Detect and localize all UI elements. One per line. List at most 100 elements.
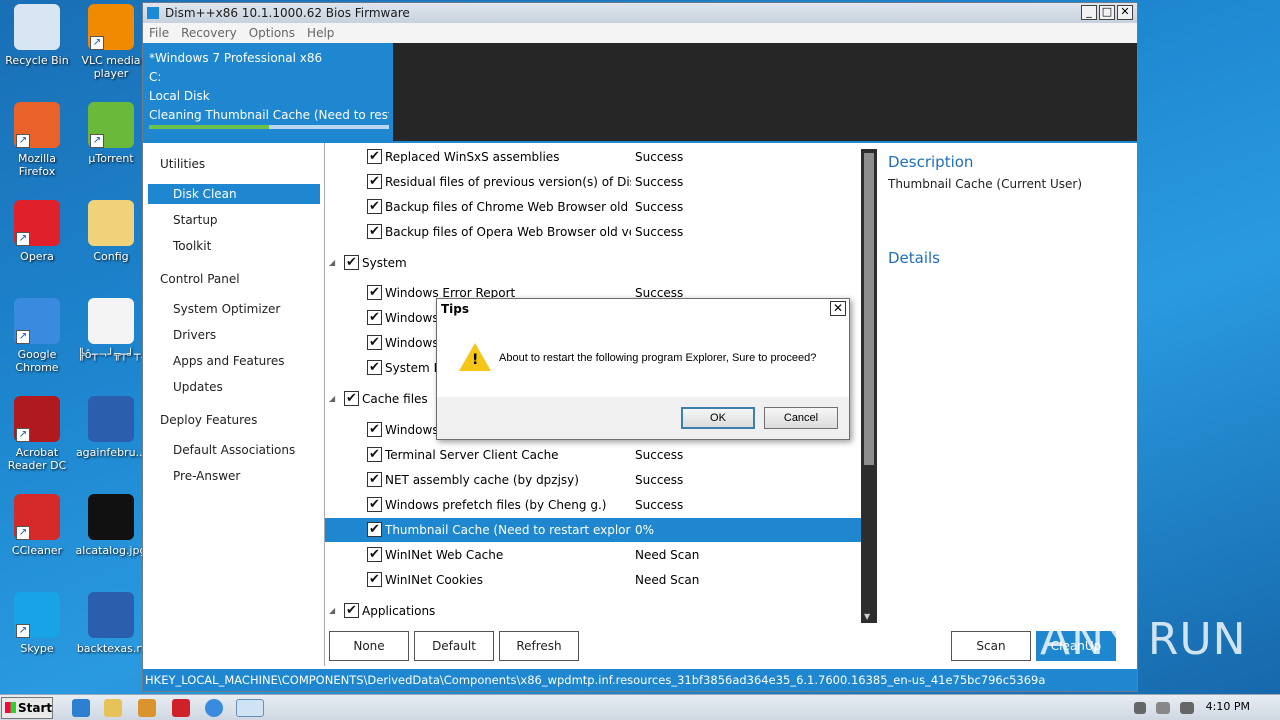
desktop-icon-acrobat[interactable]: ↗ Acrobat Reader DC (0, 396, 74, 472)
nav-item-startup[interactable]: Startup (148, 210, 320, 230)
desktop-icon-skype[interactable]: ↗ Skype (0, 592, 74, 655)
item-status: Success (635, 175, 684, 189)
desktop-icon-vlc[interactable]: ↗ VLC media player (74, 4, 148, 80)
dialog-ok-button[interactable]: OK (681, 407, 755, 429)
desktop-icon-image-file[interactable]: alcatalog.jpg (74, 494, 148, 557)
collapse-arrow-icon[interactable]: ◢ (329, 387, 335, 411)
nav-item-updates[interactable]: Updates (148, 377, 320, 397)
chrome-taskbar-icon[interactable] (205, 699, 223, 717)
nav-header-deploy-features: Deploy Features (160, 413, 258, 427)
media-player-icon[interactable] (138, 699, 156, 717)
item-checkbox[interactable] (367, 518, 382, 542)
nav-item-system-optimizer[interactable]: System Optimizer (148, 299, 320, 319)
desktop-icon-utorrent[interactable]: ↗ µTorrent (74, 102, 148, 165)
menu-help[interactable]: Help (307, 26, 334, 40)
system-card[interactable]: *Windows 7 Professional x86 C: Local Dis… (143, 43, 393, 143)
opera-icon: ↗ (14, 200, 60, 246)
item-checkbox[interactable] (367, 331, 382, 355)
desktop-icon-label: Skype (20, 642, 54, 655)
menu-file[interactable]: File (149, 26, 169, 40)
nav-item-toolkit[interactable]: Toolkit (148, 236, 320, 256)
nav-item-drivers[interactable]: Drivers (148, 325, 320, 345)
desktop-icon-chrome[interactable]: ↗ Google Chrome (0, 298, 74, 374)
item-checkbox[interactable] (367, 170, 382, 194)
dialog-cancel-button[interactable]: Cancel (764, 407, 838, 429)
collapse-arrow-icon[interactable]: ◢ (329, 251, 335, 275)
item-checkbox[interactable] (367, 568, 382, 592)
drive-letter: C: (149, 70, 162, 84)
desktop-icon-word-doc[interactable]: againfebru... (74, 396, 148, 459)
desktop-icon-label: Google Chrome (15, 348, 59, 374)
list-item[interactable]: Backup files of Chrome Web Browser old v… (325, 195, 861, 219)
item-checkbox[interactable] (367, 220, 382, 244)
desktop-icon-recycle-bin[interactable]: Recycle Bin (0, 4, 74, 67)
ie-icon[interactable] (72, 699, 90, 717)
nav-item-disk-clean[interactable]: Disk Clean (148, 184, 320, 204)
desktop-icon-opera[interactable]: ↗ Opera (0, 200, 74, 263)
dism-taskbar-icon[interactable] (236, 699, 264, 717)
desktop-icon-firefox[interactable]: ↗ Mozilla Firefox (0, 102, 74, 178)
volume-icon[interactable] (1180, 702, 1194, 714)
collapse-arrow-icon[interactable]: ◢ (329, 599, 335, 623)
desktop-icon-word-doc[interactable]: backtexas.rt (74, 592, 148, 655)
group-checkbox[interactable] (344, 387, 359, 411)
item-status: Success (635, 150, 684, 164)
item-checkbox[interactable] (367, 195, 382, 219)
menu-options[interactable]: Options (249, 26, 295, 40)
item-status: Success (635, 200, 684, 214)
title-bar[interactable]: Dism++x86 10.1.1000.62 Bios Firmware _ □… (143, 3, 1137, 23)
group-checkbox[interactable] (344, 599, 359, 623)
list-item[interactable]: WinINet Cookies Need Scan (325, 568, 861, 592)
nav-item-default-associations[interactable]: Default Associations (148, 440, 320, 460)
network-icon[interactable] (1156, 702, 1170, 714)
nav-item-apps-features[interactable]: Apps and Features (148, 351, 320, 371)
list-item[interactable]: Residual files of previous version(s) of… (325, 170, 861, 194)
start-button[interactable]: Start (1, 697, 53, 719)
ccleaner-icon: ↗ (14, 494, 60, 540)
taskbar-clock[interactable]: 4:10 PM (1206, 700, 1250, 713)
tray-flag-icon[interactable] (1134, 702, 1146, 714)
item-checkbox[interactable] (367, 145, 382, 169)
list-item[interactable]: NET assembly cache (by dpzjsy) Success (325, 468, 861, 492)
list-scrollbar[interactable]: ▼ (861, 149, 877, 623)
group-row[interactable]: ◢ System (325, 251, 861, 275)
nav-header-control-panel: Control Panel (160, 272, 240, 286)
list-item[interactable]: Thumbnail Cache (Need to restart explore… (325, 518, 861, 542)
minimize-button[interactable]: _ (1081, 5, 1097, 20)
list-item[interactable]: Terminal Server Client Cache Success (325, 443, 861, 467)
item-checkbox[interactable] (367, 281, 382, 305)
desktop-icon-ccleaner[interactable]: ↗ CCleaner (0, 494, 74, 557)
refresh-button[interactable]: Refresh (499, 631, 579, 661)
desktop-icon-file[interactable]: ╠ô┬¬┘╦┬╛┬. (74, 298, 148, 361)
shortcut-arrow-icon: ↗ (16, 232, 30, 246)
item-checkbox[interactable] (367, 468, 382, 492)
group-row[interactable]: ◢ Applications (325, 599, 861, 623)
item-checkbox[interactable] (367, 493, 382, 517)
list-item[interactable]: WinINet Web Cache Need Scan (325, 543, 861, 567)
nav-item-pre-answer[interactable]: Pre-Answer (148, 466, 320, 486)
anyrun-watermark: ANY RUN (1040, 614, 1247, 665)
default-button[interactable]: Default (414, 631, 494, 661)
menu-recovery[interactable]: Recovery (181, 26, 237, 40)
item-status: Success (635, 498, 684, 512)
desktop-icon-folder[interactable]: Config (74, 200, 148, 263)
opera-taskbar-icon[interactable] (172, 699, 190, 717)
dialog-close-button[interactable]: ✕ (830, 301, 846, 316)
list-item[interactable]: Windows prefetch files (by Cheng g.) Succ… (325, 493, 861, 517)
menu-bar: File Recovery Options Help (143, 23, 1137, 43)
list-item[interactable]: Backup files of Opera Web Browser old ve… (325, 220, 861, 244)
item-checkbox[interactable] (367, 418, 382, 442)
item-checkbox[interactable] (367, 356, 382, 380)
explorer-icon[interactable] (104, 699, 122, 717)
item-checkbox[interactable] (367, 543, 382, 567)
close-button[interactable]: ✕ (1117, 5, 1133, 20)
item-checkbox[interactable] (367, 306, 382, 330)
none-button[interactable]: None (329, 631, 409, 661)
group-checkbox[interactable] (344, 251, 359, 275)
list-item[interactable]: Replaced WinSxS assemblies Success (325, 145, 861, 169)
scroll-down-icon[interactable]: ▼ (864, 612, 870, 621)
maximize-button[interactable]: □ (1099, 5, 1115, 20)
scan-button[interactable]: Scan (951, 631, 1031, 661)
scrollbar-thumb[interactable] (864, 153, 874, 465)
item-checkbox[interactable] (367, 443, 382, 467)
